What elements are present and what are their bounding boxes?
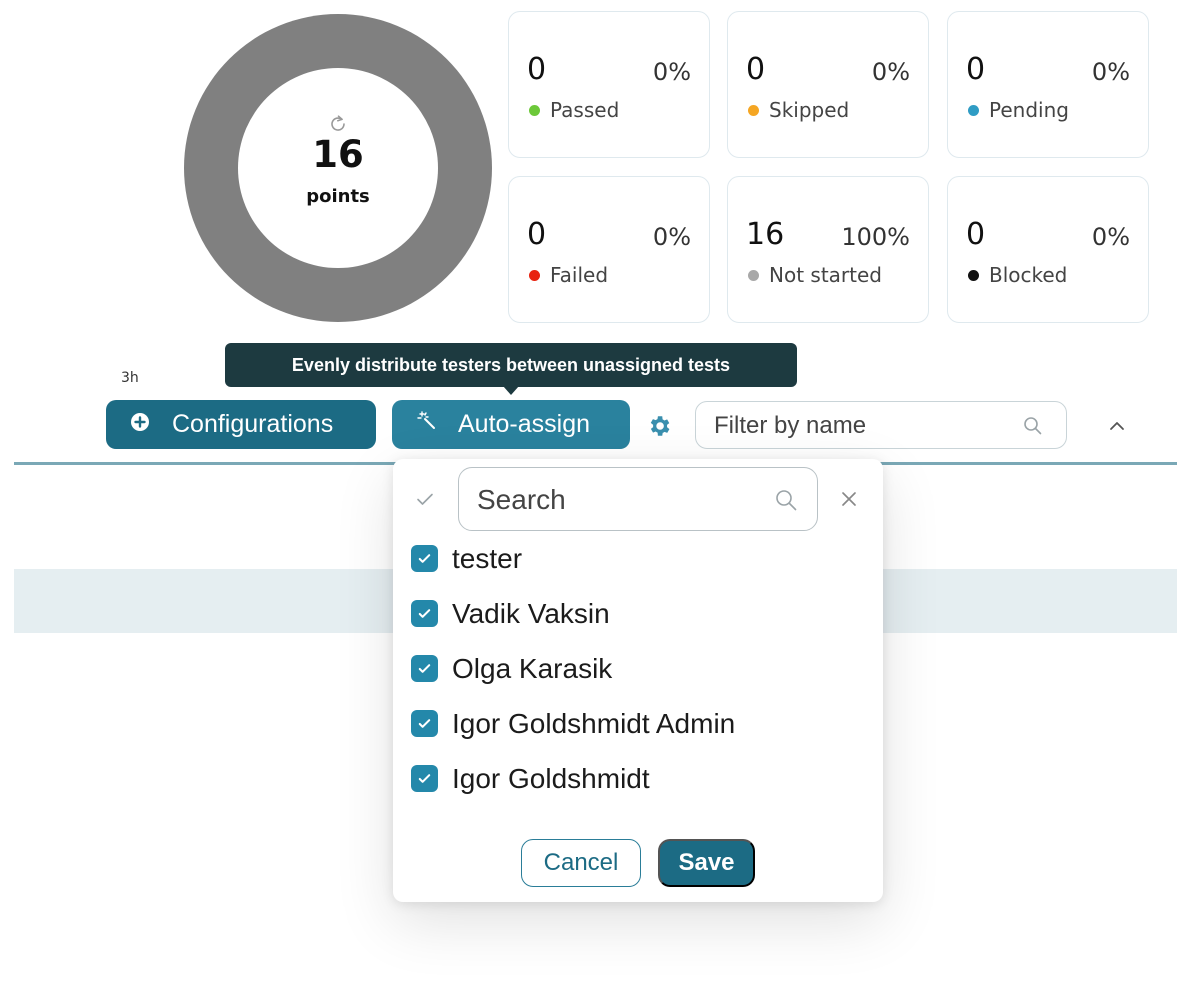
stat-card-skipped[interactable]: 0 0% Skipped xyxy=(727,11,929,158)
total-points-count: 16 xyxy=(312,133,364,176)
status-dot-icon xyxy=(748,269,759,281)
donut-center: 16 points xyxy=(238,68,438,268)
tester-name: tester xyxy=(452,542,523,574)
close-icon[interactable] xyxy=(837,487,861,511)
checkbox-checked-icon[interactable] xyxy=(411,710,438,737)
tester-name: Olga Karasik xyxy=(452,652,613,684)
tester-name: Vadik Vaksin xyxy=(452,597,610,629)
stat-percent: 0% xyxy=(652,223,691,251)
auto-assign-button[interactable]: Auto-assign xyxy=(392,400,630,449)
gear-icon[interactable] xyxy=(646,413,672,439)
checkbox-checked-icon[interactable] xyxy=(411,545,438,572)
filter-input[interactable] xyxy=(714,410,1014,442)
checkbox-checked-icon[interactable] xyxy=(411,600,438,627)
tester-option[interactable]: Igor Goldshmidt xyxy=(411,751,735,806)
checkbox-checked-icon[interactable] xyxy=(411,765,438,792)
stat-label: Blocked xyxy=(989,263,1068,287)
checkbox-checked-icon[interactable] xyxy=(411,655,438,682)
total-points-unit: points xyxy=(306,186,370,207)
tester-search-input[interactable] xyxy=(477,482,757,518)
stat-count: 0 xyxy=(527,52,547,87)
tester-name: Igor Goldshmidt xyxy=(452,762,650,794)
stat-card-pending[interactable]: 0 0% Pending xyxy=(947,11,1149,158)
stat-percent: 0% xyxy=(1091,58,1130,86)
tester-option[interactable]: Vadik Vaksin xyxy=(411,586,735,641)
stat-count: 0 xyxy=(966,52,986,87)
stat-percent: 100% xyxy=(841,223,910,251)
filter-by-name-field[interactable] xyxy=(695,401,1067,449)
stat-label: Failed xyxy=(550,263,609,287)
status-dot-icon xyxy=(529,104,540,116)
status-dot-icon xyxy=(968,104,979,116)
status-dot-icon xyxy=(748,104,759,116)
stat-percent: 0% xyxy=(1091,223,1130,251)
select-all-check-icon[interactable] xyxy=(413,487,437,511)
duration-label: 3h xyxy=(121,370,139,386)
tester-name: Igor Goldshmidt Admin xyxy=(452,707,736,739)
status-dot-icon xyxy=(968,269,979,281)
plus-circle-icon xyxy=(130,410,150,439)
stat-label: Pending xyxy=(989,98,1069,122)
chevron-up-icon[interactable] xyxy=(1103,412,1131,440)
auto-assign-tooltip: Evenly distribute testers between unassi… xyxy=(225,343,797,387)
stat-count: 0 xyxy=(966,217,986,252)
tester-option[interactable]: Olga Karasik xyxy=(411,641,735,696)
stat-card-passed[interactable]: 0 0% Passed xyxy=(508,11,710,158)
tester-list: tester Vadik Vaksin Olga Karasik Igor Go… xyxy=(411,531,735,806)
stat-card-not-started[interactable]: 16 100% Not started xyxy=(727,176,929,323)
tooltip-arrow xyxy=(503,386,519,395)
cancel-button[interactable]: Cancel xyxy=(521,839,641,887)
stat-label: Not started xyxy=(769,263,882,287)
stat-label: Skipped xyxy=(769,98,850,122)
tester-option[interactable]: Igor Goldshmidt Admin xyxy=(411,696,735,751)
stat-percent: 0% xyxy=(652,58,691,86)
configurations-button[interactable]: Configurations xyxy=(106,400,376,449)
configurations-label: Configurations xyxy=(172,410,334,438)
magic-wand-icon xyxy=(416,410,438,439)
stat-card-blocked[interactable]: 0 0% Blocked xyxy=(947,176,1149,323)
save-button[interactable]: Save xyxy=(658,839,755,887)
stat-count: 0 xyxy=(527,217,547,252)
status-donut-chart: 16 points xyxy=(184,14,492,322)
status-dot-icon xyxy=(529,269,540,281)
stat-percent: 0% xyxy=(871,58,910,86)
auto-assign-label: Auto-assign xyxy=(458,410,591,438)
search-icon xyxy=(1022,415,1044,437)
stat-label: Passed xyxy=(550,98,620,122)
search-icon xyxy=(773,487,799,513)
stat-card-failed[interactable]: 0 0% Failed xyxy=(508,176,710,323)
tester-search-field[interactable] xyxy=(458,467,818,531)
stat-count: 0 xyxy=(746,52,766,87)
stat-count: 16 xyxy=(746,217,785,252)
tester-option[interactable]: tester xyxy=(411,531,735,586)
assign-testers-dropdown: tester Vadik Vaksin Olga Karasik Igor Go… xyxy=(393,459,883,902)
